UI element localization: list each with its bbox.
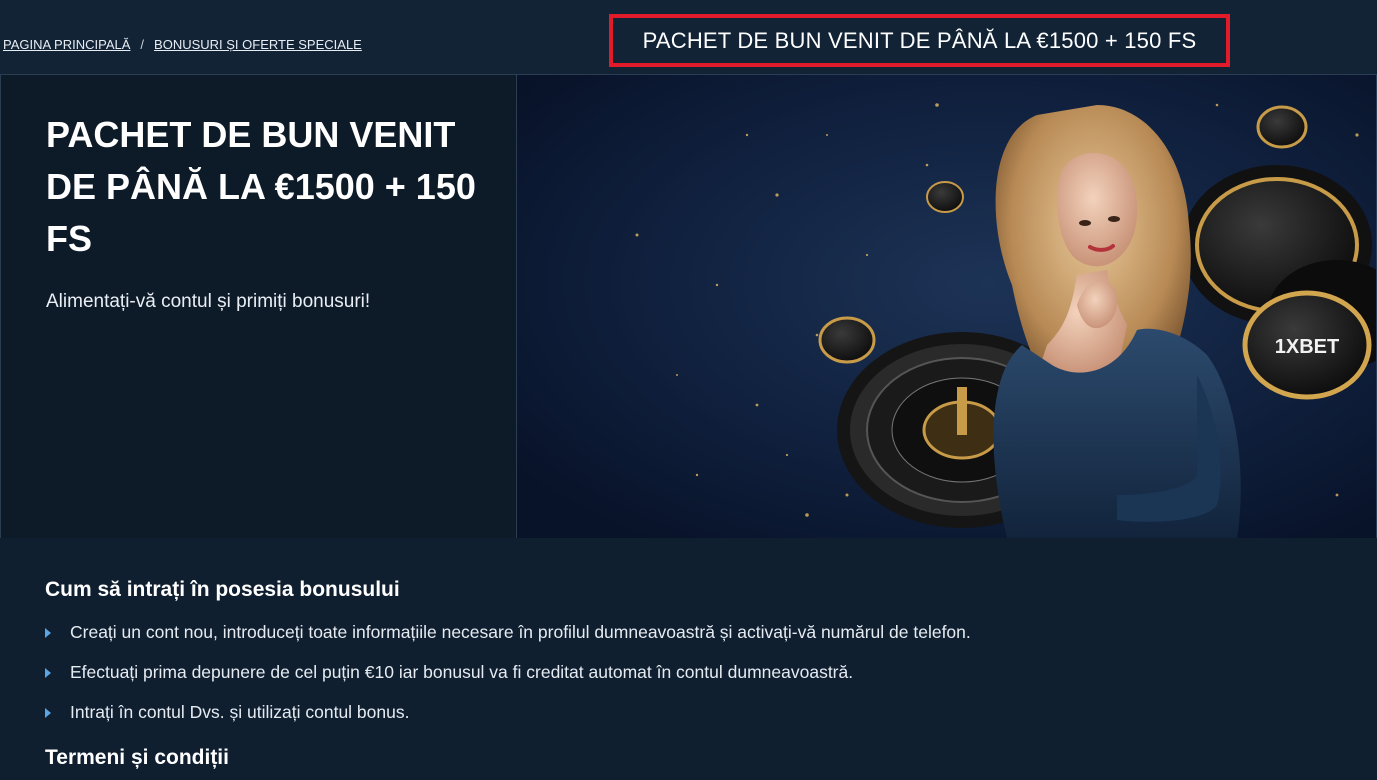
how-to-heading: Cum să intrați în posesia bonusului — [45, 578, 400, 601]
hero-banner-image: 1XBET — [517, 75, 1376, 538]
bonus-instructions: Cum să intrați în posesia bonusului Crea… — [0, 538, 1377, 780]
list-item: Efectuați prima depunere de cel puțin €1… — [45, 656, 971, 696]
breadcrumb-bonuses-link[interactable]: BONUSURI ȘI OFERTE SPECIALE — [154, 37, 362, 52]
list-item: Intrați în contul Dvs. și utilizați cont… — [45, 696, 971, 736]
hero-subtitle: Alimentați-vă contul și primiți bonusuri… — [46, 291, 371, 312]
hero-title: PACHET DE BUN VENIT DE PÂNĂ LA €1500 + 1… — [46, 114, 476, 259]
steps-list: Creați un cont nou, introduceți toate in… — [45, 616, 971, 736]
hero-text-panel: PACHET DE BUN VENIT DE PÂNĂ LA €1500 + 1… — [1, 75, 517, 538]
breadcrumb-separator: / — [140, 37, 145, 52]
step-text: Efectuați prima depunere de cel puțin €1… — [70, 662, 854, 682]
promo-hero: PACHET DE BUN VENIT DE PÂNĂ LA €1500 + 1… — [0, 74, 1377, 539]
step-text: Creați un cont nou, introduceți toate in… — [70, 622, 971, 642]
list-item: Creați un cont nou, introduceți toate in… — [45, 616, 971, 656]
bullet-arrow-icon — [45, 668, 51, 678]
promo-page: PAGINA PRINCIPALĂ / BONUSURI ȘI OFERTE S… — [0, 0, 1377, 780]
bullet-arrow-icon — [45, 628, 51, 638]
terms-heading: Termeni și condiții — [45, 746, 229, 769]
page-header: PAGINA PRINCIPALĂ / BONUSURI ȘI OFERTE S… — [0, 0, 1377, 74]
breadcrumb: PAGINA PRINCIPALĂ / BONUSURI ȘI OFERTE S… — [3, 37, 362, 52]
breadcrumb-home-link[interactable]: PAGINA PRINCIPALĂ — [3, 37, 130, 52]
step-text: Intrați în contul Dvs. și utilizați cont… — [70, 702, 410, 722]
bullet-arrow-icon — [45, 708, 51, 718]
page-title: PACHET DE BUN VENIT DE PÂNĂ LA €1500 + 1… — [609, 14, 1230, 67]
chip-logo-text: 1XBET — [1275, 336, 1339, 358]
